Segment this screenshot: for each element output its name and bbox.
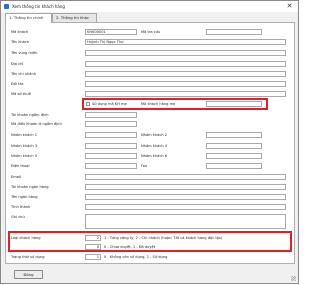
tax-code-field[interactable]: [85, 91, 286, 97]
default-account-label: Tài khoản ngầm định: [11, 113, 49, 117]
parent-customer-code-label: Mã khách hàng mẹ: [141, 102, 176, 106]
customer-group-3-field[interactable]: [85, 143, 137, 149]
notes-label: Ghi chú: [11, 215, 25, 219]
customer-group-6-field[interactable]: [206, 153, 262, 159]
address-label: Địa chỉ: [11, 62, 24, 66]
bank-account-field[interactable]: [85, 184, 286, 190]
customer-group-5-label: Nhóm khách 5: [11, 154, 38, 158]
customer-group-6-label: Nhóm khách 6: [141, 154, 168, 158]
default-account-field[interactable]: [85, 112, 137, 118]
customer-info-window: Xem thông tin khách hàng ✕ 1. Thông tin …: [0, 0, 299, 284]
customer-group-2-label: Nhóm khách 2: [141, 133, 168, 137]
address-field[interactable]: [85, 61, 286, 67]
partner-field[interactable]: [85, 81, 286, 87]
payment-term-field[interactable]: [85, 121, 137, 127]
region-name-label: Tên vùng miền: [11, 51, 38, 55]
bank-name-field[interactable]: [85, 194, 286, 200]
customer-group-4-label: Nhóm khách 4: [141, 144, 168, 148]
parent-customer-code-field[interactable]: [206, 101, 262, 107]
customer-code-field[interactable]: KH000001: [85, 29, 137, 35]
tab-main-info[interactable]: 1. Thông tin chính: [5, 13, 52, 23]
usage-status-label: Trạng thái sử dụng: [11, 255, 45, 259]
usage-status-hint: 0 - Không còn sử dụng, 1 - Sử dụng: [104, 255, 168, 259]
close-icon[interactable]: ✕: [285, 2, 294, 11]
province-label: Tỉnh thành: [11, 205, 31, 209]
notes-textarea[interactable]: [85, 214, 286, 229]
tax-code-label: Mã số thuế: [11, 92, 31, 96]
customer-type-label: Loại khách hàng: [11, 236, 41, 240]
region-name-field[interactable]: [85, 50, 286, 56]
resize-grip-icon[interactable]: [291, 276, 296, 281]
title-bar: Xem thông tin khách hàng ✕: [1, 1, 298, 12]
branch-name-label: Tên chi nhánh: [11, 72, 37, 76]
approval-status-field[interactable]: 0: [85, 244, 101, 250]
fax-label: Fax: [141, 164, 148, 168]
email-field[interactable]: [85, 174, 286, 180]
close-button[interactable]: Đóng: [14, 270, 43, 279]
customer-group-5-field[interactable]: [85, 153, 137, 159]
phone-field[interactable]: [85, 163, 137, 169]
fax-field[interactable]: [206, 163, 262, 169]
use-parent-code-checkbox[interactable]: [86, 102, 90, 106]
customer-type-hint: 1 - Tổng công ty, 2 - Chi nhánh (hoặc: T…: [104, 236, 223, 240]
customer-group-1-field[interactable]: [85, 132, 137, 138]
usage-status-field[interactable]: 1: [85, 254, 101, 260]
email-label: Email: [11, 175, 21, 179]
customer-group-1-label: Nhóm khách 1: [11, 133, 38, 137]
use-parent-code-label: Sử dụng mã KH mẹ: [92, 102, 127, 106]
customer-code-label: Mã khách: [11, 30, 29, 34]
customer-group-3-label: Nhóm khách 3: [11, 144, 38, 148]
payment-term-label: Mã điều khoản tt ngầm định: [11, 122, 62, 126]
bank-account-label: Tài khoản ngân hàng: [11, 185, 49, 189]
branch-name-field[interactable]: [85, 71, 286, 77]
partner-label: Đối tác: [11, 82, 24, 86]
main-info-panel: Mã khách KH000001 Mã tra cứu Tên khách H…: [5, 22, 295, 264]
customer-group-4-field[interactable]: [206, 143, 262, 149]
tab-other-info[interactable]: 2. Thông tin khác: [52, 13, 97, 22]
bank-name-label: Tên ngân hàng: [11, 195, 38, 199]
province-field[interactable]: [85, 204, 286, 210]
phone-label: Điện thoại: [11, 164, 30, 168]
lookup-code-field[interactable]: [206, 29, 262, 35]
window-title: Xem thông tin khách hàng: [12, 4, 65, 9]
app-icon: [4, 4, 9, 9]
approval-status-hint: 0 - Chưa duyệt, 1 - Đã duyệt: [104, 245, 156, 249]
customer-group-2-field[interactable]: [206, 132, 262, 138]
customer-type-field[interactable]: 2: [85, 235, 101, 241]
customer-name-field[interactable]: Huỳnh Thị Ngọc Thư: [85, 39, 286, 45]
lookup-code-label: Mã tra cứu: [141, 30, 161, 34]
customer-name-label: Tên khách: [11, 40, 30, 44]
